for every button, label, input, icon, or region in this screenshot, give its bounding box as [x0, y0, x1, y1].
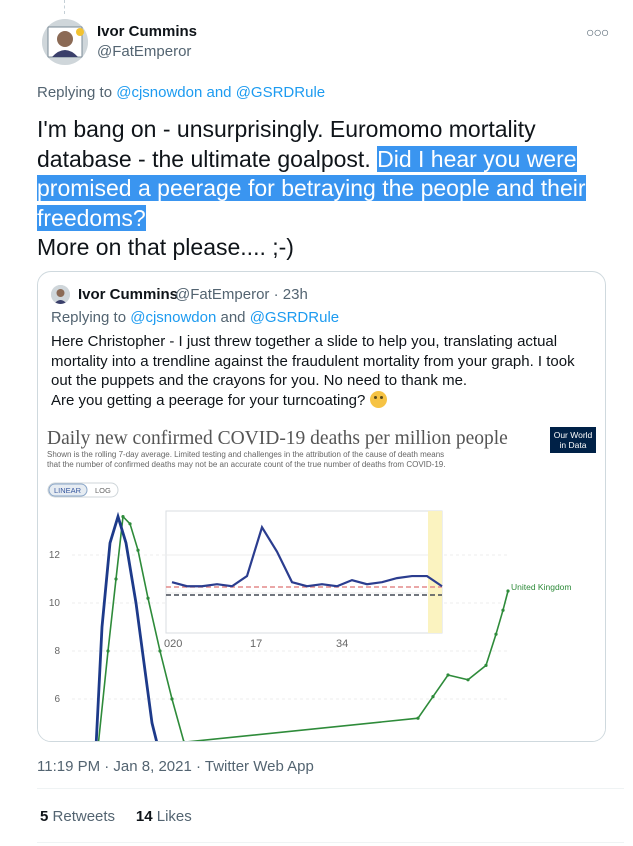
owid-logo-line2: in Data	[560, 440, 587, 450]
quoted-text: Here Christopher - I just threw together…	[51, 332, 596, 410]
engagement-stats: 5 Retweets 14 Likes	[40, 808, 192, 825]
y-tick-label: 6	[54, 694, 60, 705]
y-tick-label: 8	[54, 646, 60, 657]
data-point	[128, 522, 132, 526]
data-point	[170, 697, 174, 701]
data-point	[416, 716, 420, 720]
likes-count: 14	[135, 808, 153, 825]
scale-toggle: LINEAR LOG	[47, 482, 119, 498]
data-point	[114, 577, 118, 581]
retweets-count: 5	[40, 808, 49, 825]
likes-link[interactable]: 14 Likes	[136, 808, 192, 825]
log-option: LOG	[95, 486, 111, 495]
owid-logo: Our World in Data	[550, 427, 596, 453]
tweet-text: I'm bang on - unsurprisingly. Euromomo m…	[37, 115, 627, 263]
author-avatar[interactable]	[42, 19, 88, 65]
thread-connector	[64, 0, 65, 14]
quoted-tweet[interactable]: Ivor Cummins @FatEmperor · 23h Replying …	[37, 271, 606, 742]
quoted-text-body: Here Christopher - I just threw together…	[51, 333, 575, 389]
tweet-text-part: More on that please.... ;-)	[37, 234, 294, 260]
data-point	[506, 589, 510, 593]
chart-subtitle: that the number of confirmed deaths may …	[47, 460, 445, 469]
reply-user-link[interactable]: @GSRDRule	[236, 84, 325, 101]
data-point	[431, 695, 435, 699]
chart-title: Daily new confirmed COVID-19 deaths per …	[47, 428, 508, 449]
chart-image: Daily new confirmed COVID-19 deaths per …	[38, 417, 605, 741]
y-tick-label: 12	[49, 550, 61, 561]
quoted-replying-label: Replying to	[51, 309, 127, 326]
thinking-face-icon	[369, 390, 387, 408]
data-point	[494, 632, 498, 636]
quoted-reply-user: @cjsnowdon	[130, 309, 217, 326]
data-point	[484, 663, 488, 667]
reply-user-link[interactable]: @cjsnowdon	[116, 84, 202, 101]
divider	[37, 842, 624, 843]
owid-logo-line1: Our World	[554, 430, 593, 440]
quoted-reply-user: @GSRDRule	[249, 309, 340, 326]
chart-subtitle: Shown is the rolling 7-day average. Limi…	[47, 450, 444, 459]
data-point	[501, 608, 505, 612]
author-name[interactable]: Ivor Cummins	[97, 23, 197, 40]
tweet-timestamp[interactable]: 11:19 PM · Jan 8, 2021 · Twitter Web App	[37, 758, 314, 775]
quoted-reply-and: and	[220, 309, 246, 326]
data-point	[136, 548, 140, 552]
more-dots-icon[interactable]: ○○○	[586, 24, 609, 40]
author-handle[interactable]: @FatEmperor	[97, 43, 191, 60]
replying-to-label: Replying to	[37, 84, 113, 101]
data-point	[158, 649, 162, 653]
data-point	[466, 678, 470, 682]
inset-x-tick-label: 020	[164, 638, 182, 650]
quoted-author-name: Ivor Cummins	[78, 286, 179, 303]
likes-label: Likes	[156, 808, 192, 825]
reply-and: and	[206, 84, 232, 101]
quoted-replying-to: Replying to @cjsnowdon and @GSRDRule	[51, 309, 339, 326]
data-point	[146, 596, 150, 600]
quoted-handle: @FatEmperor	[175, 286, 270, 303]
inset-x-tick-label: 17	[250, 638, 262, 650]
replying-to: Replying to @cjsnowdon and @GSRDRule	[37, 84, 325, 101]
linear-option: LINEAR	[54, 486, 82, 495]
divider	[37, 788, 624, 789]
data-point	[446, 673, 450, 677]
quoted-time: 23h	[282, 286, 308, 303]
quoted-text-question: Are you getting a peerage for your turnc…	[51, 391, 366, 409]
quoted-meta: @FatEmperor · 23h	[175, 286, 308, 303]
inset-chart: 020 17 34	[164, 510, 443, 650]
y-tick-label: 10	[49, 598, 61, 609]
data-point	[106, 649, 110, 653]
inset-x-tick-label: 34	[336, 638, 348, 650]
retweets-link[interactable]: 5 Retweets	[40, 808, 115, 825]
retweets-label: Retweets	[52, 808, 116, 825]
data-point	[121, 515, 125, 519]
series-label: United Kingdom	[511, 582, 571, 592]
quoted-avatar	[51, 285, 70, 304]
